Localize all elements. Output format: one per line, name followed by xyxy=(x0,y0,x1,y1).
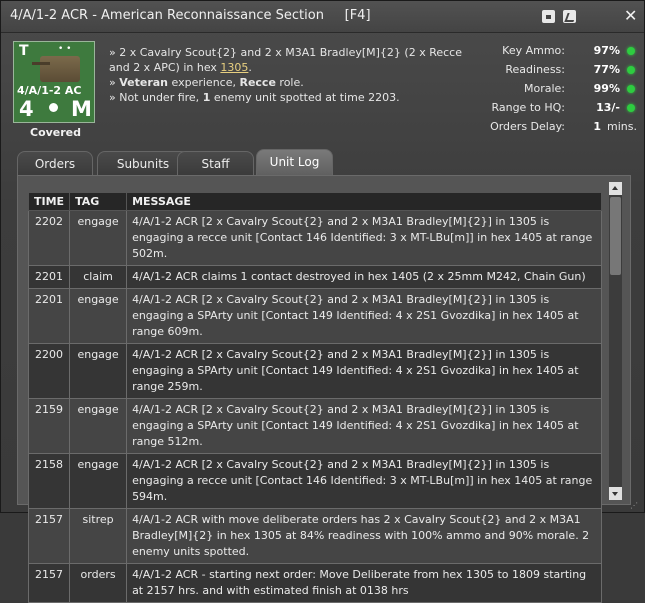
log-time: 2157 xyxy=(27,563,71,603)
counter-dot-icon xyxy=(49,103,58,112)
log-time: 2200 xyxy=(27,343,71,399)
log-row[interactable]: 2157 orders 4/A/1-2 ACR - starting next … xyxy=(27,563,602,603)
log-time: 2159 xyxy=(27,398,71,454)
summary-line: » Not under fire, 1 enemy unit spotted a… xyxy=(109,91,400,104)
log-time: 2201 xyxy=(27,288,71,344)
unit-status: Covered xyxy=(30,126,82,139)
scroll-down-icon[interactable] xyxy=(609,487,622,500)
unit-log-panel: TIME TAG MESSAGE 2202 engage 4/A/1-2 ACR… xyxy=(17,175,631,603)
counter-type-letter: T xyxy=(19,43,29,59)
resize-grip-icon[interactable]: ⋰ xyxy=(630,501,638,510)
summary-line: » Veteran experience, Recce role. xyxy=(109,76,304,89)
scroll-thumb[interactable] xyxy=(610,197,621,275)
log-tag: engage xyxy=(69,398,128,454)
log-tag: engage xyxy=(69,343,128,399)
log-row[interactable]: 2201 claim 4/A/1-2 ACR claims 1 contact … xyxy=(27,265,602,289)
counter-move-type: M xyxy=(71,97,92,121)
log-message: 4/A/1-2 ACR claims 1 contact destroyed i… xyxy=(126,265,602,289)
log-tag: sitrep xyxy=(69,508,128,564)
tab-unit-log[interactable]: Unit Log xyxy=(256,149,333,177)
unit-counter[interactable]: T • • 4/A/1-2 AC 4 M xyxy=(13,41,95,123)
log-tag: engage xyxy=(69,453,128,509)
tab-staff[interactable]: Staff xyxy=(177,151,254,176)
unit-stats: Key Ammo: 97% Readiness: 77% Morale: 99% Ra… xyxy=(487,44,637,139)
log-row[interactable]: 2159 engage 4/A/1-2 ACR [2 x Cavalry Sco… xyxy=(27,398,602,454)
log-tag: engage xyxy=(69,288,128,344)
status-led-icon xyxy=(627,85,635,93)
unit-window: 4/A/1-2 ACR - American Reconnaissance Se… xyxy=(0,0,645,603)
log-table: TIME TAG MESSAGE 2202 engage 4/A/1-2 ACR… xyxy=(27,192,602,603)
lock-icon[interactable] xyxy=(542,10,555,23)
counter-strength: 4 xyxy=(19,97,34,121)
status-led-icon xyxy=(627,47,635,55)
log-row[interactable]: 2202 engage 4/A/1-2 ACR [2 x Cavalry Sco… xyxy=(27,210,602,266)
stat-range-to-hq: Range to HQ: 13/- xyxy=(487,101,637,120)
log-row[interactable]: 2200 engage 4/A/1-2 ACR [2 x Cavalry Sco… xyxy=(27,343,602,399)
col-message-header[interactable]: MESSAGE xyxy=(126,192,602,211)
stat-readiness: Readiness: 77% xyxy=(487,63,637,82)
col-tag-header[interactable]: TAG xyxy=(69,192,128,211)
log-time: 2157 xyxy=(27,508,71,564)
stat-orders-delay: Orders Delay: 1 mins. xyxy=(490,120,637,133)
log-message: 4/A/1-2 ACR [2 x Cavalry Scout{2} and 2 … xyxy=(126,343,602,399)
scroll-up-icon[interactable] xyxy=(609,182,622,195)
hex-link[interactable]: 1305 xyxy=(220,61,248,74)
window-title: 4/A/1-2 ACR - American Reconnaissance Se… xyxy=(10,8,371,23)
unit-summary: » 2 x Cavalry Scout{2} and 2 x M3A1 Brad… xyxy=(109,45,481,105)
log-time: 2202 xyxy=(27,210,71,266)
tab-subunits[interactable]: Subunits xyxy=(97,151,189,176)
log-message: 4/A/1-2 ACR [2 x Cavalry Scout{2} and 2 … xyxy=(126,453,602,509)
counter-size-dots: • • xyxy=(58,44,72,54)
log-row[interactable]: 2157 sitrep 4/A/1-2 ACR with move delibe… xyxy=(27,508,602,564)
stat-key-ammo: Key Ammo: 97% xyxy=(487,44,637,63)
log-message: 4/A/1-2 ACR with move deliberate orders … xyxy=(126,508,602,564)
log-message: 4/A/1-2 ACR [2 x Cavalry Scout{2} and 2 … xyxy=(126,210,602,266)
status-led-icon xyxy=(627,104,635,112)
vehicle-icon xyxy=(32,56,80,82)
log-message: 4/A/1-2 ACR - starting next order: Move … xyxy=(126,563,602,603)
log-message: 4/A/1-2 ACR [2 x Cavalry Scout{2} and 2 … xyxy=(126,288,602,344)
title-bar[interactable]: 4/A/1-2 ACR - American Reconnaissance Se… xyxy=(1,1,644,33)
collapse-icon[interactable] xyxy=(563,10,576,23)
log-scrollbar[interactable] xyxy=(609,182,622,500)
log-time: 2201 xyxy=(27,265,71,289)
counter-code: 4/A/1-2 AC xyxy=(17,84,82,97)
window-hotkey: [F4] xyxy=(344,8,371,23)
summary-line: » 2 x Cavalry Scout{2} and 2 x M3A1 Brad… xyxy=(109,46,462,74)
col-time-header[interactable]: TIME xyxy=(27,192,71,211)
log-tag: claim xyxy=(69,265,128,289)
log-row[interactable]: 2158 engage 4/A/1-2 ACR [2 x Cavalry Sco… xyxy=(27,453,602,509)
tab-orders[interactable]: Orders xyxy=(17,151,93,176)
log-tag: engage xyxy=(69,210,128,266)
log-row[interactable]: 2201 engage 4/A/1-2 ACR [2 x Cavalry Sco… xyxy=(27,288,602,344)
log-header-row: TIME TAG MESSAGE xyxy=(27,192,602,211)
log-tag: orders xyxy=(69,563,128,603)
log-time: 2158 xyxy=(27,453,71,509)
stat-morale: Morale: 99% xyxy=(487,82,637,101)
status-led-icon xyxy=(627,66,635,74)
close-icon[interactable]: ✕ xyxy=(624,6,637,25)
log-message: 4/A/1-2 ACR [2 x Cavalry Scout{2} and 2 … xyxy=(126,398,602,454)
